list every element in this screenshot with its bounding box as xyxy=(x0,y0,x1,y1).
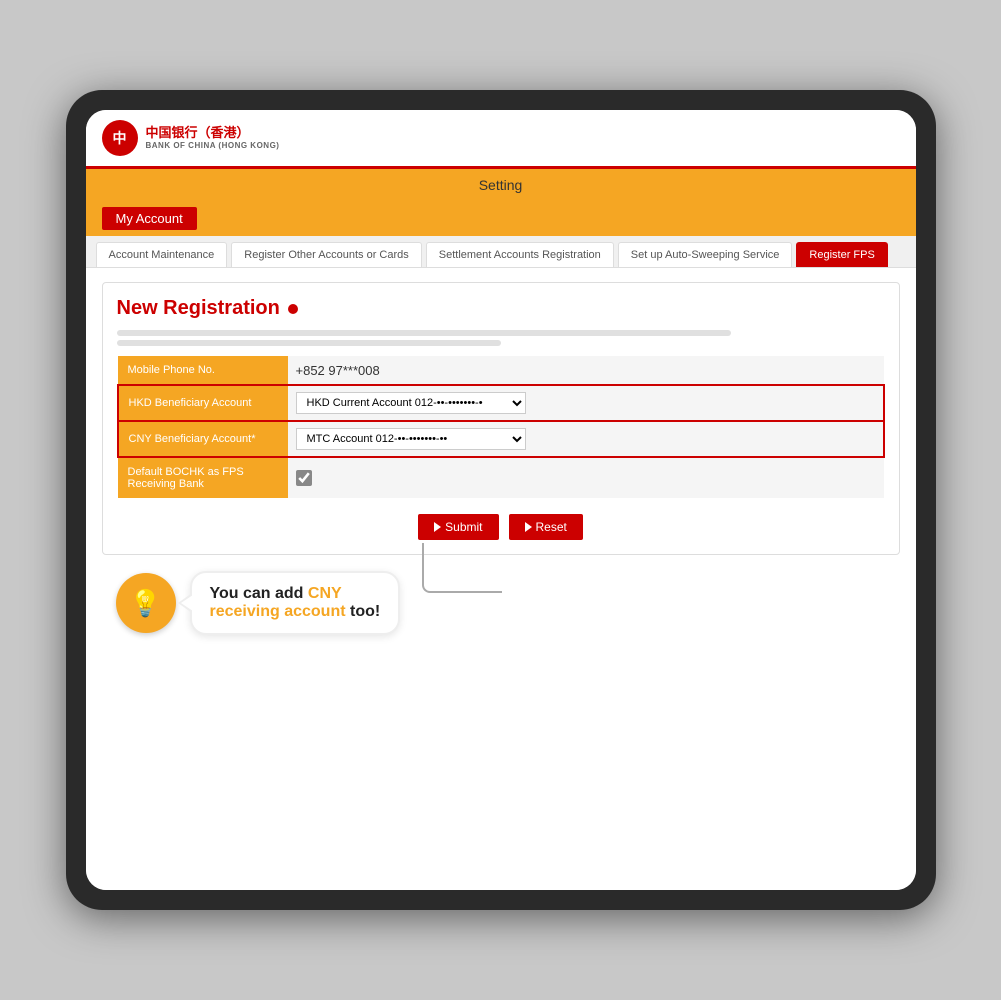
tab-register-other[interactable]: Register Other Accounts or Cards xyxy=(231,242,421,267)
bank-logo-icon: 中 xyxy=(102,120,138,156)
hkd-account-value: HKD Current Account 012-••-•••••••-• xyxy=(288,385,884,421)
field-mobile-phone: Mobile Phone No. +852 97***008 xyxy=(118,356,884,385)
cny-account-value: MTC Account 012-••-•••••••-•• xyxy=(288,421,884,457)
tab-settlement[interactable]: Settlement Accounts Registration xyxy=(426,242,614,267)
reset-button[interactable]: Reset xyxy=(509,514,583,540)
bulb-emoji: 💡 xyxy=(129,588,161,619)
section-box: New Registration Mobile Phone No. +852 xyxy=(102,282,900,555)
callout-area: 💡 You can add CNY receiving account too! xyxy=(102,571,900,635)
progress-bar-long xyxy=(117,330,731,336)
default-bochk-label: Default BOCHK as FPS Receiving Bank xyxy=(118,457,288,498)
phone-number: +852 97***008 xyxy=(296,363,380,378)
callout-bubble: You can add CNY receiving account too! xyxy=(190,571,401,635)
tab-register-fps[interactable]: Register FPS xyxy=(796,242,887,267)
default-bochk-checkbox-cell xyxy=(288,457,884,498)
submit-play-icon xyxy=(434,522,441,532)
default-bochk-checkbox[interactable] xyxy=(296,470,312,486)
bank-name-english: BANK OF CHINA (HONG KONG) xyxy=(146,141,280,151)
button-row: Submit Reset xyxy=(117,514,885,540)
submit-button[interactable]: Submit xyxy=(418,514,498,540)
tablet-frame: 中 中国银行（香港） BANK OF CHINA (HONG KONG) Set… xyxy=(66,90,936,910)
cny-dropdown-container: MTC Account 012-••-•••••••-•• xyxy=(296,428,875,450)
form-table: Mobile Phone No. +852 97***008 HKD Benef… xyxy=(117,356,885,498)
bank-logo: 中 中国银行（香港） BANK OF CHINA (HONG KONG) xyxy=(102,120,280,156)
setting-nav: Setting xyxy=(86,169,916,201)
hkd-account-label: HKD Beneficiary Account xyxy=(118,385,288,421)
progress-bars xyxy=(117,330,885,346)
my-account-tab[interactable]: My Account xyxy=(102,207,197,230)
progress-bar-short xyxy=(117,340,501,346)
main-content: New Registration Mobile Phone No. +852 xyxy=(86,268,916,890)
sub-nav: My Account xyxy=(86,201,916,236)
tab-account-maintenance[interactable]: Account Maintenance xyxy=(96,242,228,267)
bulb-icon: 💡 xyxy=(116,573,176,633)
bank-name: 中国银行（香港） BANK OF CHINA (HONG KONG) xyxy=(146,125,280,150)
submit-label: Submit xyxy=(445,520,482,534)
mobile-phone-label: Mobile Phone No. xyxy=(118,356,288,385)
hkd-dropdown-container: HKD Current Account 012-••-•••••••-• xyxy=(296,392,875,414)
field-cny-account: CNY Beneficiary Account* MTC Account 012… xyxy=(118,421,884,457)
callout-too-text: too! xyxy=(346,603,381,620)
tab-row: Account Maintenance Register Other Accou… xyxy=(86,236,916,268)
field-hkd-account: HKD Beneficiary Account HKD Current Acco… xyxy=(118,385,884,421)
reset-label: Reset xyxy=(536,520,567,534)
callout-cny-text: CNY xyxy=(308,585,342,602)
checkbox-container xyxy=(296,470,876,486)
callout-text-part1: You can add xyxy=(210,585,308,602)
cny-account-label: CNY Beneficiary Account* xyxy=(118,421,288,457)
cny-account-select[interactable]: MTC Account 012-••-•••••••-•• xyxy=(296,428,526,450)
field-default-bochk: Default BOCHK as FPS Receiving Bank xyxy=(118,457,884,498)
tab-auto-sweep[interactable]: Set up Auto-Sweeping Service xyxy=(618,242,793,267)
bank-name-chinese: 中国银行（香港） xyxy=(146,125,280,141)
section-title: New Registration xyxy=(117,297,885,320)
callout-receiving-text: receiving account xyxy=(210,603,346,620)
hkd-account-select[interactable]: HKD Current Account 012-••-•••••••-• xyxy=(296,392,526,414)
title-indicator xyxy=(288,304,298,314)
mobile-phone-value: +852 97***008 xyxy=(288,356,884,385)
tablet-screen: 中 中国银行（香港） BANK OF CHINA (HONG KONG) Set… xyxy=(86,110,916,890)
bank-header: 中 中国银行（香港） BANK OF CHINA (HONG KONG) xyxy=(86,110,916,169)
setting-label: Setting xyxy=(479,177,523,193)
reset-play-icon xyxy=(525,522,532,532)
new-registration-title: New Registration xyxy=(117,297,280,320)
